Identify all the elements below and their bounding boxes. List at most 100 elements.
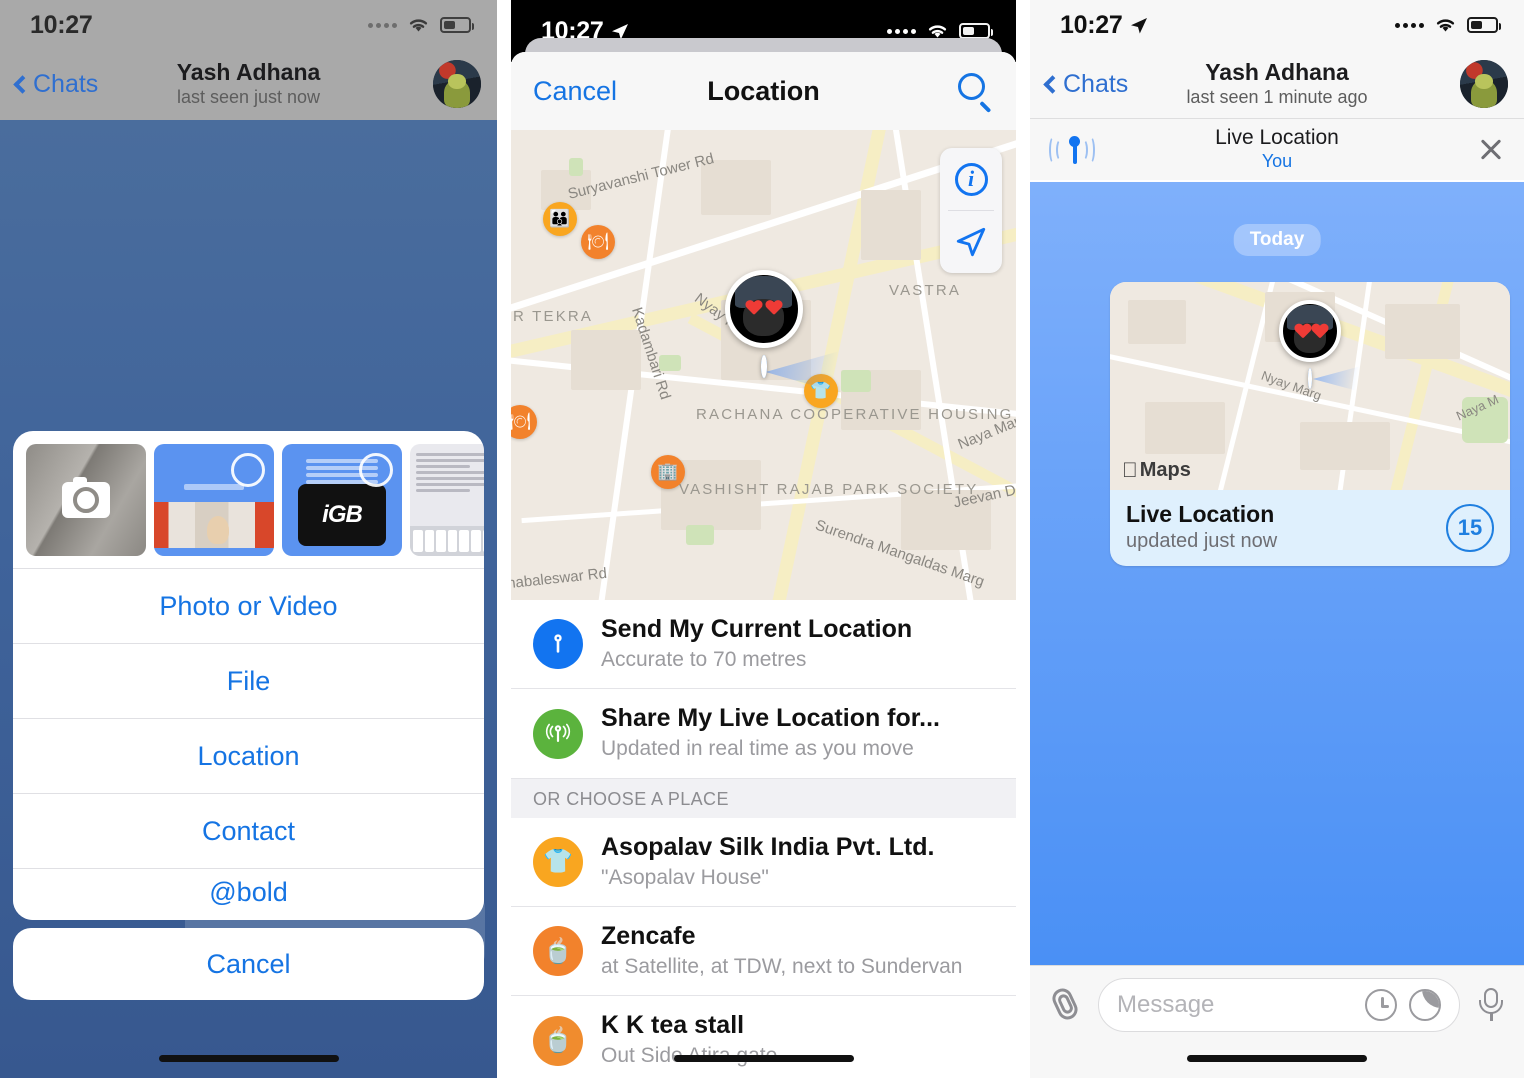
status-icons xyxy=(1395,16,1501,34)
microphone-icon[interactable] xyxy=(1474,986,1508,1024)
location-sheet: Cancel Location Suryavanshi Tower Rd VAS… xyxy=(511,52,1016,1078)
teapot-icon: 🍵 xyxy=(533,1015,583,1066)
panel-attachment-sheet: 10:10 AM 10:27 Chats Yash Adhana xyxy=(0,0,497,1078)
navigation-bar: 10:27 Chats Yash Adhana last seen just n… xyxy=(0,0,497,120)
navigation-bar: 10:27 Chats Yash Adhana last seen 1 minu… xyxy=(1030,0,1524,180)
search-icon[interactable] xyxy=(958,73,994,113)
panel-live-location-chat: 10:27 Chats Yash Adhana last seen 1 minu… xyxy=(1030,0,1524,1078)
countdown-badge: 15 xyxy=(1446,504,1494,552)
sheet-item-file[interactable]: File xyxy=(13,643,484,718)
status-icons xyxy=(368,16,474,34)
cancel-button[interactable]: Cancel xyxy=(533,76,617,107)
contact-avatar[interactable] xyxy=(433,60,481,108)
sheet-navbar: Cancel Location xyxy=(511,52,1016,130)
message-user-pin xyxy=(1279,300,1341,362)
map-controls: i xyxy=(940,148,1002,273)
home-indicator xyxy=(1187,1055,1367,1062)
place-row[interactable]: 👕 Asopalav Silk India Pvt. Ltd. "Asopala… xyxy=(511,817,1016,908)
place-title: Zencafe xyxy=(601,922,696,951)
apple-maps-attribution:  Maps xyxy=(1122,459,1191,482)
chat-background: Today Nyay Marg Naya M Maps Live Locatio… xyxy=(1030,182,1524,965)
map-poi-building[interactable]: 🏢 xyxy=(651,455,685,489)
sheet-item-location[interactable]: Location xyxy=(13,718,484,793)
photo-picker-strip[interactable]: iGB xyxy=(13,431,484,568)
photo-thumb-1[interactable] xyxy=(154,444,274,556)
panel-location-picker: 10:27 Cancel Location Suryavanshi Tower … xyxy=(511,0,1016,1078)
wifi-icon xyxy=(1433,16,1458,34)
message-subtitle: updated just now xyxy=(1126,530,1278,552)
user-memoji-avatar xyxy=(724,270,803,348)
battery-icon xyxy=(440,17,474,33)
row-title: Share My Live Location for... xyxy=(601,704,940,733)
igb-logo: iGB xyxy=(298,484,386,546)
photo-thumb-2[interactable]: iGB xyxy=(282,444,402,556)
paperclip-icon[interactable] xyxy=(1046,985,1084,1024)
cancel-button[interactable]: Cancel xyxy=(13,928,484,1000)
signal-dots-icon xyxy=(368,22,397,28)
place-subtitle: at Satellite, at TDW, next to Sundervan xyxy=(601,955,963,979)
select-circle-icon[interactable] xyxy=(231,453,265,487)
map-locate-button[interactable] xyxy=(940,211,1002,273)
self-destruct-timer-icon[interactable] xyxy=(1365,989,1397,1021)
photo-thumb-3[interactable] xyxy=(410,444,484,556)
message-footer: Live Location updated just now 15 xyxy=(1110,490,1510,566)
camera-icon xyxy=(62,477,110,518)
sheet-item-bold[interactable]: @bold xyxy=(13,868,484,920)
input-row: Message xyxy=(1030,966,1524,1032)
back-to-chats-button[interactable]: Chats xyxy=(13,69,99,99)
coffee-pot-icon: 🍵 xyxy=(533,926,583,977)
place-row[interactable]: 🍵 K K tea stall Out Side Atira gate xyxy=(511,996,1016,1078)
signal-dots-icon xyxy=(1395,22,1424,28)
sticker-icon[interactable] xyxy=(1409,989,1441,1021)
sheet-item-contact[interactable]: Contact xyxy=(13,793,484,868)
message-map-preview[interactable]: Nyay Marg Naya M  Maps xyxy=(1110,282,1510,490)
navigate-arrow-icon xyxy=(956,227,986,257)
nav-row: Chats Yash Adhana last seen just now xyxy=(0,50,497,118)
panel-divider xyxy=(497,0,511,1078)
camera-thumb[interactable] xyxy=(26,444,146,556)
map-poi-food[interactable]: 🍽 xyxy=(581,225,615,259)
live-location-message-bubble[interactable]: Nyay Marg Naya M  Maps xyxy=(1110,282,1510,566)
three-panel-screenshot: 10:10 AM 10:27 Chats Yash Adhana xyxy=(0,0,1524,1078)
message-blue-dot xyxy=(1308,362,1376,396)
signal-dots-icon xyxy=(887,28,916,34)
home-indicator xyxy=(158,1055,339,1062)
location-map[interactable]: Suryavanshi Tower Rd VASTRA R TEKRA Nyay… xyxy=(511,130,1016,600)
nav-row: Chats Yash Adhana last seen 1 minute ago xyxy=(1030,50,1524,118)
share-live-location-row[interactable]: Share My Live Location for... Updated in… xyxy=(511,689,1016,779)
close-icon[interactable] xyxy=(1476,135,1506,165)
message-input[interactable]: Message xyxy=(1098,978,1460,1032)
panel-divider xyxy=(1016,0,1030,1078)
status-time: 10:27 xyxy=(1060,11,1149,40)
back-label: Chats xyxy=(1063,69,1129,98)
message-title: Live Location xyxy=(1126,501,1275,527)
battery-icon xyxy=(1467,17,1501,33)
select-circle-icon[interactable] xyxy=(359,453,393,487)
status-bar: 10:27 xyxy=(0,0,497,50)
send-current-location-row[interactable]: Send My Current Location Accurate to 70 … xyxy=(511,600,1016,690)
section-header-choose-place: OR CHOOSE A PLACE xyxy=(511,778,1016,818)
info-icon: i xyxy=(954,162,988,196)
back-to-chats-button[interactable]: Chats xyxy=(1043,69,1129,99)
live-banner-subtitle: You xyxy=(1261,151,1293,172)
heart-eyes-icon xyxy=(745,300,782,315)
message-placeholder: Message xyxy=(1117,991,1215,1018)
map-info-button[interactable]: i xyxy=(940,148,1002,210)
pin-icon xyxy=(533,619,583,670)
map-poi-shopping[interactable]: 👪 xyxy=(543,202,577,236)
user-location-pin[interactable] xyxy=(724,270,803,348)
place-row[interactable]: 🍵 Zencafe at Satellite, at TDW, next to … xyxy=(511,907,1016,997)
map-label-society: VASHISHT RAJAB PARK SOCIETY xyxy=(679,480,976,499)
chevron-left-icon xyxy=(1043,74,1062,94)
heart-eyes-icon xyxy=(1295,324,1326,336)
row-subtitle: Updated in real time as you move xyxy=(601,737,914,761)
sheet-item-photo-or-video[interactable]: Photo or Video xyxy=(13,568,484,643)
place-title: Asopalav Silk India Pvt. Ltd. xyxy=(601,832,935,861)
battery-icon xyxy=(959,23,993,39)
contact-avatar[interactable] xyxy=(1460,60,1508,108)
status-bar: 10:27 xyxy=(1030,0,1524,50)
live-banner-title: Live Location xyxy=(1215,126,1339,150)
back-label: Chats xyxy=(33,69,99,98)
live-location-banner[interactable]: Live Location You xyxy=(1030,118,1524,180)
map-label-society: RACHANA COOPERATIVE HOUSING SOCIETY xyxy=(696,406,1016,423)
